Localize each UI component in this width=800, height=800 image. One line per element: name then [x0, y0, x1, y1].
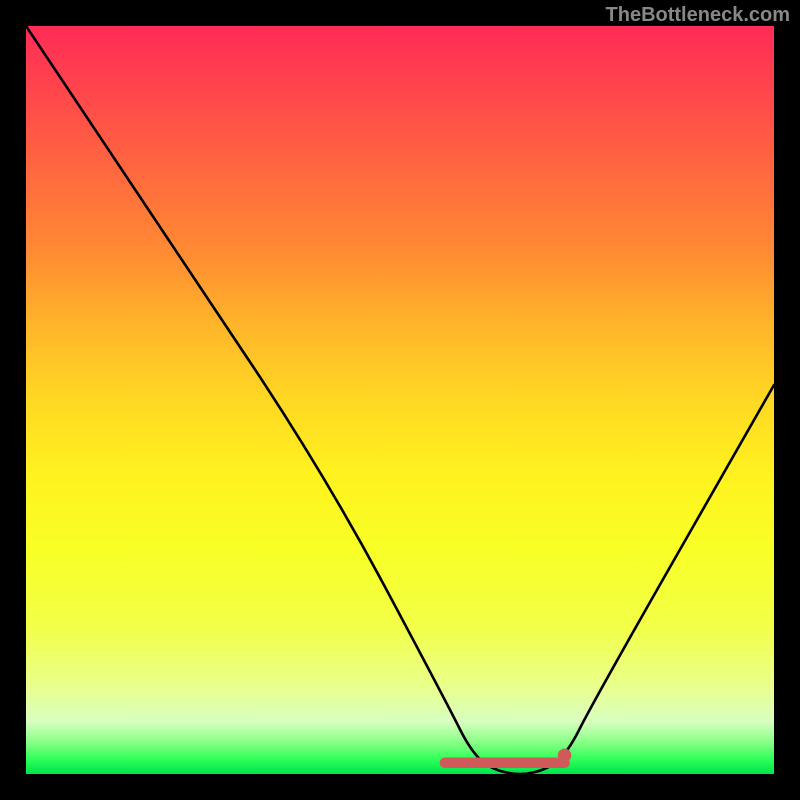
plot-area — [26, 26, 774, 774]
watermark-text: TheBottleneck.com — [606, 4, 790, 27]
dot-marker-circle — [558, 749, 571, 762]
chart-svg — [26, 26, 774, 774]
bottleneck-curve-path — [26, 26, 774, 774]
